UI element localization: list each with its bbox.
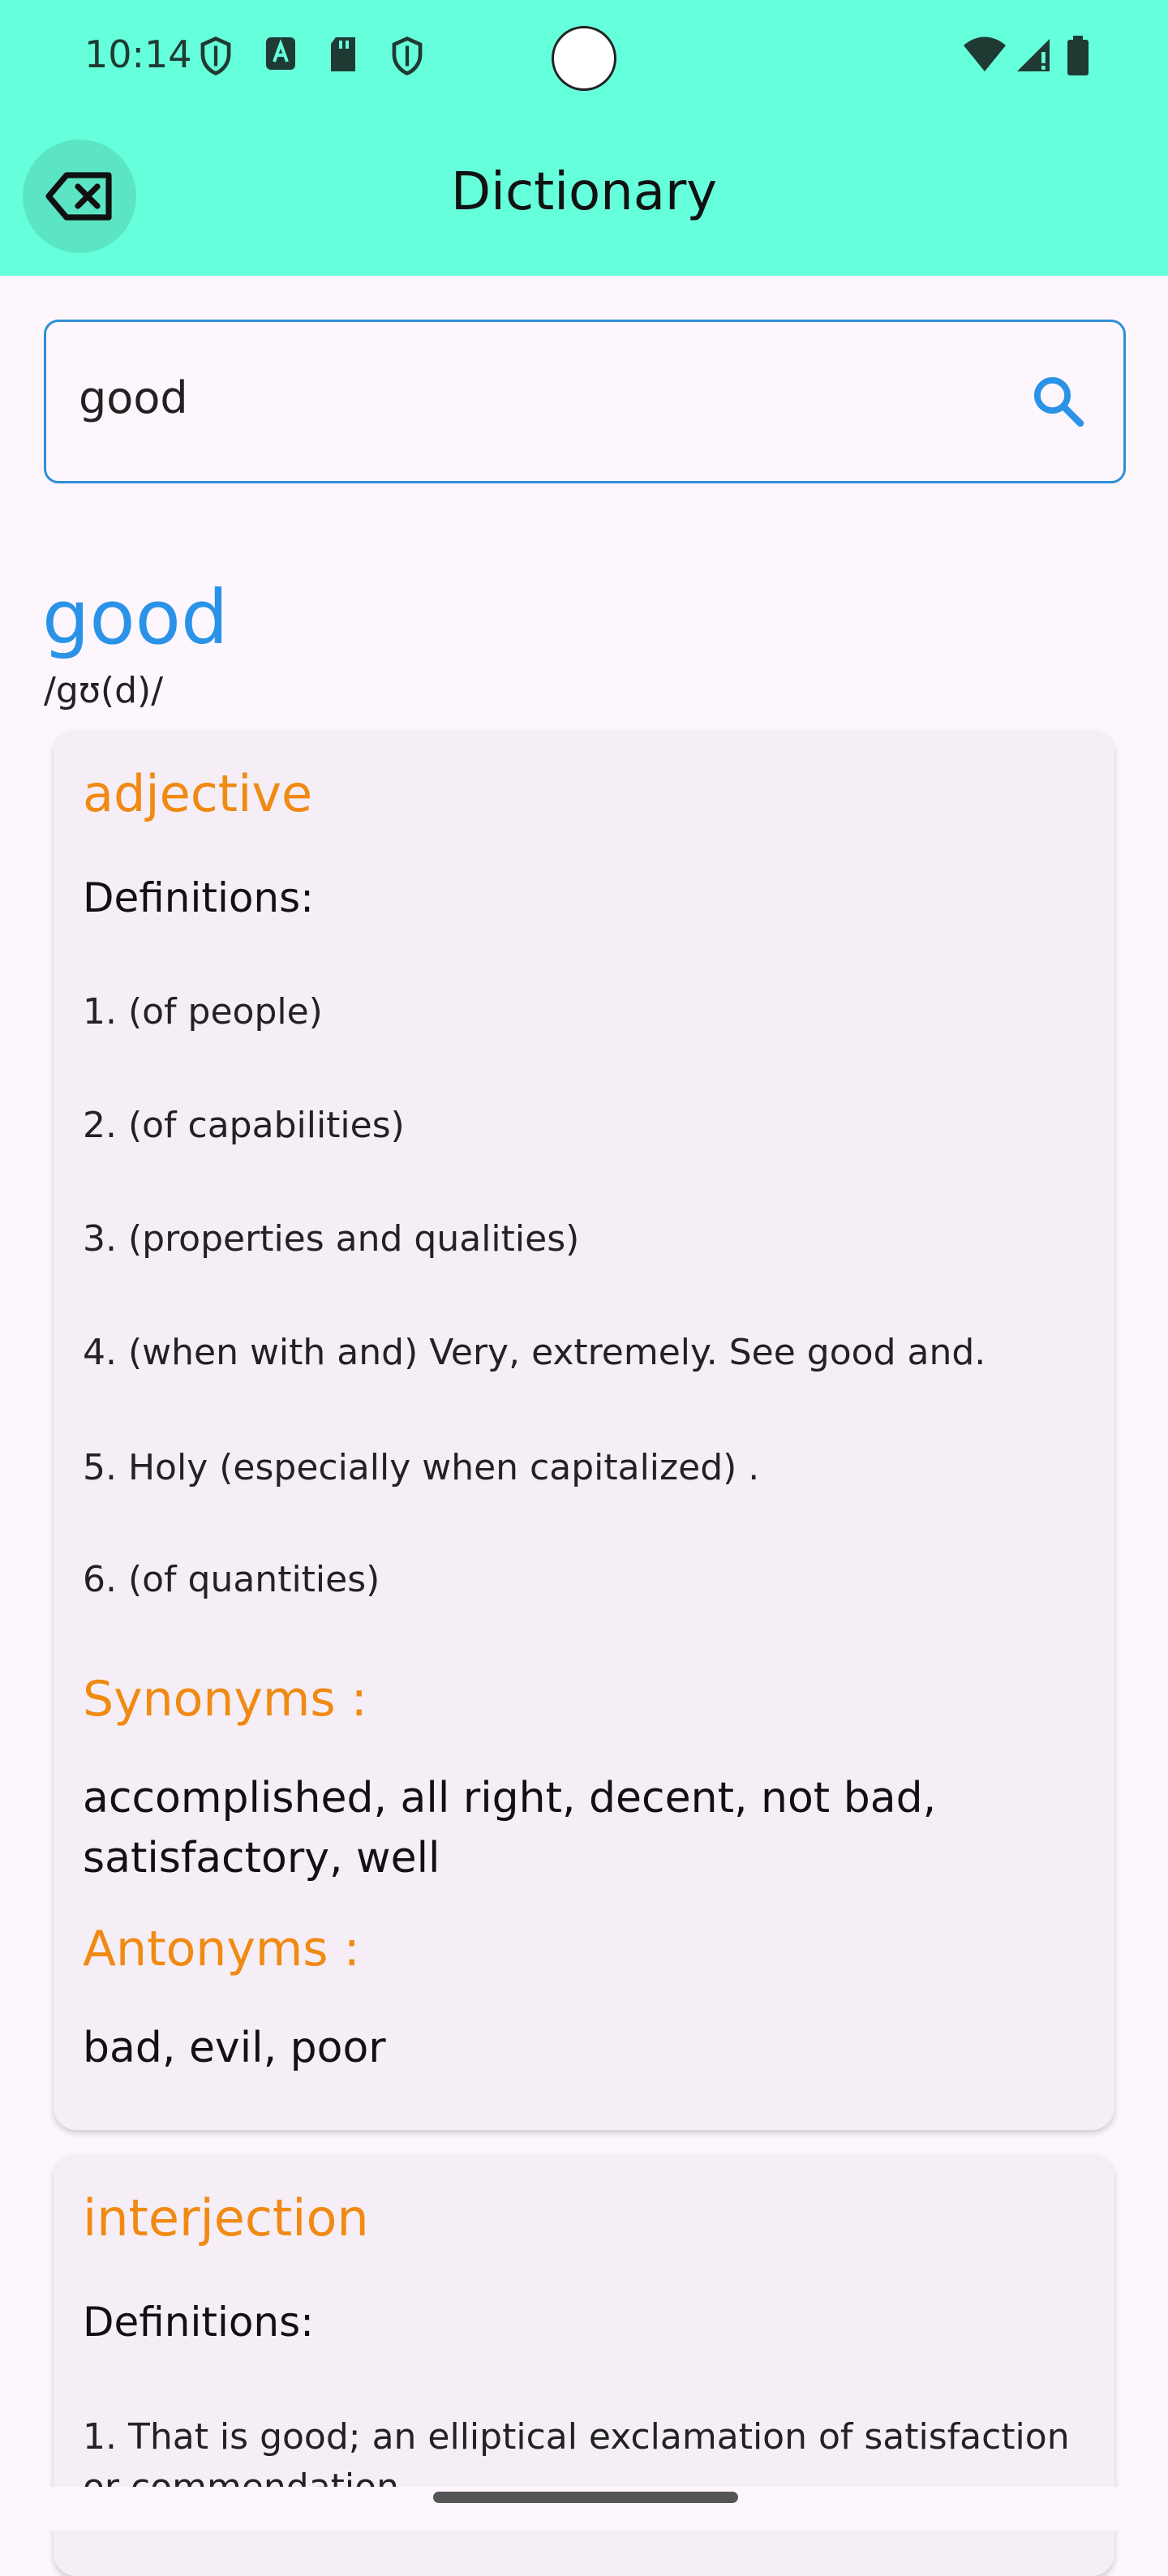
definition-item: 5. Holy (especially when capitalized) .	[83, 1447, 760, 1488]
synonyms-text: accomplished, all right, decent, not bad…	[83, 1774, 937, 1883]
definition-item: 1. (of people)	[83, 991, 323, 1033]
sd-card-icon	[331, 37, 355, 71]
word-heading: good	[42, 574, 229, 661]
shield-icon	[200, 36, 231, 75]
app-bar: 10:14 Dictionary	[0, 0, 1168, 276]
definitions-heading: Definitions:	[83, 2299, 315, 2346]
part-of-speech: adjective	[83, 764, 313, 823]
gesture-nav-handle[interactable]	[433, 2492, 738, 2503]
battery-icon	[1067, 36, 1089, 75]
definitions-heading: Definitions:	[83, 874, 315, 921]
status-bar: 10:14	[0, 0, 1168, 114]
cellular-signal-icon	[1017, 39, 1050, 71]
wifi-icon	[964, 36, 1006, 71]
camera-cutout	[552, 26, 616, 91]
definition-item: 6. (of quantities)	[83, 1559, 380, 1600]
antonyms-heading: Antonyms :	[83, 1921, 360, 1977]
page-title: Dictionary	[450, 162, 718, 222]
font-icon	[266, 37, 295, 70]
definition-item: 2. (of capabilities)	[83, 1105, 405, 1146]
search-field[interactable]: good	[44, 320, 1126, 483]
antonyms-text: bad, evil, poor	[83, 2024, 386, 2072]
definition-item: 3. (properties and qualities)	[83, 1218, 580, 1260]
status-time: 10:14	[84, 32, 192, 76]
synonyms-heading: Synonyms :	[83, 1671, 367, 1728]
meaning-card: adjective Definitions: 1. (of people) 2.…	[54, 730, 1114, 2130]
part-of-speech: interjection	[83, 2188, 369, 2248]
search-icon[interactable]	[1029, 372, 1088, 431]
search-input[interactable]: good	[79, 372, 188, 423]
shield-icon	[392, 36, 423, 75]
phonetic-text: /gʊ(d)/	[44, 670, 164, 711]
definition-item: 4. (when with and) Very, extremely. See …	[83, 1332, 986, 1373]
